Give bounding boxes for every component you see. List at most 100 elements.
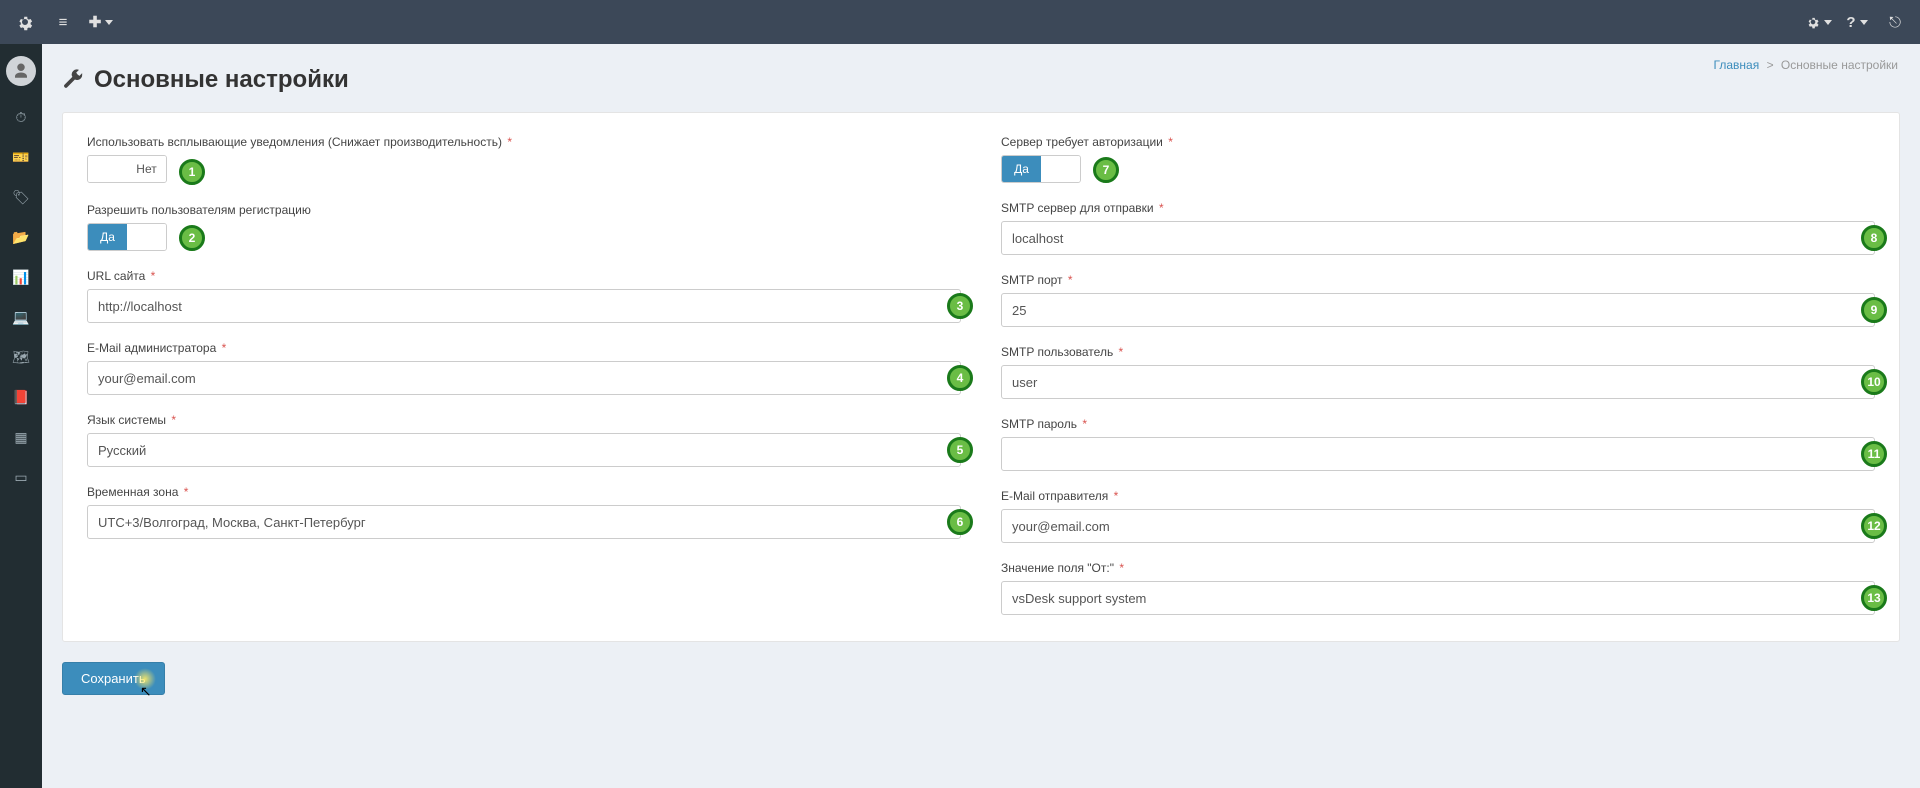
help-dropdown-button[interactable]: ? (1838, 0, 1876, 44)
annotation-marker: 10 (1861, 369, 1887, 395)
input-sys-lang[interactable] (87, 433, 961, 467)
settings-form: Использовать всплывающие уведомления (Сн… (62, 112, 1900, 642)
add-menu-button[interactable]: ✚ (82, 0, 120, 44)
field-smtp-pass: SMTP пароль * 11 (1001, 417, 1875, 471)
field-sender-email: E-Mail отправителя * 12 (1001, 489, 1875, 543)
settings-menu-button[interactable] (6, 0, 44, 44)
input-sender-email[interactable] (1001, 509, 1875, 543)
toggle-smtp-auth[interactable]: Да (1001, 155, 1081, 183)
label-smtp-auth: Сервер требует авторизации * (1001, 135, 1875, 149)
annotation-marker: 4 (947, 365, 973, 391)
label-smtp-host: SMTP сервер для отправки * (1001, 201, 1875, 215)
input-smtp-user[interactable] (1001, 365, 1875, 399)
input-smtp-host[interactable] (1001, 221, 1875, 255)
field-sys-lang: Язык системы * 5 (87, 413, 961, 467)
question-icon: ? (1846, 14, 1855, 31)
save-button-label: Сохранить (81, 671, 146, 686)
field-smtp-host: SMTP сервер для отправки * 8 (1001, 201, 1875, 255)
toggle-on-label: Да (1002, 156, 1041, 182)
annotation-marker: 7 (1093, 157, 1119, 183)
label-site-url: URL сайта * (87, 269, 961, 283)
tags-icon: 🏷 (12, 189, 30, 206)
breadcrumb: Главная > Основные настройки (1714, 58, 1898, 72)
field-admin-email: E-Mail администратора * 4 (87, 341, 961, 395)
sidebar-item-reports[interactable]: 📊 (0, 258, 42, 296)
input-smtp-pass[interactable] (1001, 437, 1875, 471)
label-smtp-pass: SMTP пароль * (1001, 417, 1875, 431)
breadcrumb-separator: > (1767, 58, 1774, 72)
input-timezone[interactable] (87, 505, 961, 539)
dashboard-icon: ⏱ (16, 109, 27, 126)
toggle-popup-notify[interactable]: Нет (87, 155, 167, 183)
toggle-empty-seg (88, 156, 127, 182)
label-admin-email: E-Mail администратора * (87, 341, 961, 355)
field-timezone: Временная зона * 6 (87, 485, 961, 539)
gear-icon (16, 13, 34, 31)
annotation-marker: 11 (1861, 441, 1887, 467)
sitemap-icon: 🗺 (12, 349, 30, 366)
logout-button[interactable]: ⎋ (1876, 0, 1914, 44)
annotation-marker: 13 (1861, 585, 1887, 611)
label-allow-register: Разрешить пользователям регистрацию (87, 203, 961, 217)
user-icon (12, 62, 30, 80)
sidebar-item-assets[interactable]: 💻 (0, 298, 42, 336)
label-smtp-port: SMTP порт * (1001, 273, 1875, 287)
annotation-marker: 2 (179, 225, 205, 251)
field-smtp-auth: Сервер требует авторизации * Да 7 (1001, 135, 1875, 183)
annotation-marker: 3 (947, 293, 973, 319)
annotation-marker: 1 (179, 159, 205, 185)
toggle-on-label: Да (88, 224, 127, 250)
input-smtp-port[interactable] (1001, 293, 1875, 327)
sidebar-item-calendar[interactable]: ▭ (0, 458, 42, 496)
wrench-icon (62, 69, 84, 91)
left-column: Использовать всплывающие уведомления (Сн… (87, 135, 961, 615)
field-site-url: URL сайта * 3 (87, 269, 961, 323)
page-title: Основные настройки (62, 66, 1900, 94)
field-smtp-user: SMTP пользователь * 10 (1001, 345, 1875, 399)
label-popup-notify: Использовать всплывающие уведомления (Сн… (87, 135, 961, 149)
sidebar: ⏱ 🎫 🏷 📂 📊 💻 🗺 📕 ▦ ▭ (0, 44, 42, 788)
save-button[interactable]: Сохранить ↖ (62, 662, 165, 695)
toggle-empty-seg (1041, 156, 1080, 182)
grid-icon: ▦ (14, 429, 27, 446)
annotation-marker: 5 (947, 437, 973, 463)
sidebar-item-files[interactable]: 📂 (0, 218, 42, 256)
input-admin-email[interactable] (87, 361, 961, 395)
top-bar-right: ? ⎋ (1800, 0, 1914, 44)
input-from-value[interactable] (1001, 581, 1875, 615)
field-from-value: Значение поля "От:" * 13 (1001, 561, 1875, 615)
sidebar-item-apps[interactable]: ▦ (0, 418, 42, 456)
book-icon: 📕 (12, 389, 29, 406)
annotation-marker: 9 (1861, 297, 1887, 323)
page-title-text: Основные настройки (94, 66, 349, 94)
toggle-sidebar-button[interactable]: ≡ (44, 0, 82, 44)
breadcrumb-home[interactable]: Главная (1714, 58, 1760, 72)
sidebar-item-tags[interactable]: 🏷 (0, 178, 42, 216)
laptop-icon: 💻 (12, 309, 29, 326)
toggle-empty-seg (127, 224, 166, 250)
annotation-marker: 8 (1861, 225, 1887, 251)
ticket-icon: 🎫 (12, 149, 29, 166)
sidebar-item-kb[interactable]: 📕 (0, 378, 42, 416)
sidebar-item-org[interactable]: 🗺 (0, 338, 42, 376)
field-allow-register: Разрешить пользователям регистрацию Да 2 (87, 203, 961, 251)
main-content: Главная > Основные настройки Основные на… (42, 44, 1920, 788)
label-from-value: Значение поля "От:" * (1001, 561, 1875, 575)
toggle-allow-register[interactable]: Да (87, 223, 167, 251)
sidebar-item-dashboard[interactable]: ⏱ (0, 98, 42, 136)
calendar-icon: ▭ (14, 469, 27, 486)
folder-icon: 📂 (12, 229, 29, 246)
settings-dropdown-button[interactable] (1800, 0, 1838, 44)
right-column: Сервер требует авторизации * Да 7 SMTP с… (1001, 135, 1875, 615)
toggle-off-label: Нет (127, 156, 166, 182)
top-bar-left: ≡ ✚ (6, 0, 120, 44)
avatar[interactable] (6, 56, 36, 86)
chart-icon: 📊 (12, 269, 29, 286)
gear-icon (1806, 15, 1820, 29)
input-site-url[interactable] (87, 289, 961, 323)
label-sys-lang: Язык системы * (87, 413, 961, 427)
bars-icon: ≡ (59, 14, 68, 31)
sidebar-item-tickets[interactable]: 🎫 (0, 138, 42, 176)
form-actions: Сохранить ↖ (62, 662, 1900, 695)
top-bar: ≡ ✚ ? ⎋ (0, 0, 1920, 44)
